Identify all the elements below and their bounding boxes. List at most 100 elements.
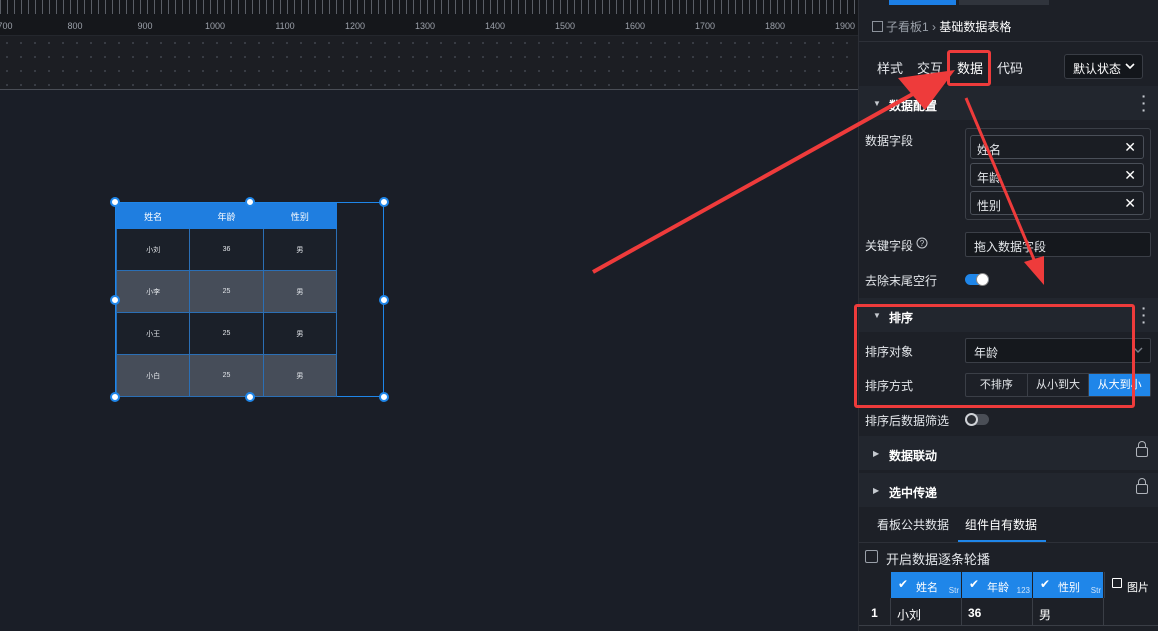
table-header-row: 姓名 年龄 性别 (115, 203, 338, 229)
ruler-label: 900 (137, 21, 153, 31)
resize-handle-top-left[interactable] (110, 197, 120, 207)
key-field-dropzone[interactable]: 拖入数据字段 (965, 232, 1151, 257)
help-icon[interactable]: ? (916, 237, 928, 249)
grid-cell[interactable]: 男 (1033, 598, 1104, 626)
grid-column-header[interactable]: ✔ 性别 Str (1033, 572, 1103, 598)
tab-component-own-data[interactable]: 组件自有数据 (965, 516, 1037, 533)
more-vertical-icon[interactable]: · · · (1141, 89, 1147, 117)
field-chip[interactable]: 姓名 ✕ (970, 135, 1144, 159)
tab-board-public-data[interactable]: 看板公共数据 (877, 516, 949, 533)
design-canvas[interactable]: 700 800 900 1000 1100 1200 1300 1400 150… (0, 0, 858, 631)
state-select-value: 默认状态 (1073, 62, 1122, 76)
grid-cell[interactable] (1104, 598, 1158, 626)
tab-style[interactable]: 样式 (877, 58, 903, 77)
grid-column-header[interactable]: 图片 (1104, 572, 1158, 598)
grid-cell[interactable]: 小刘 (891, 598, 962, 626)
resize-handle-top-right[interactable] (379, 197, 389, 207)
expand-triangle-icon: ▶ (873, 449, 880, 458)
ruler-label: 700 (0, 21, 13, 31)
table-cell: 25 (189, 312, 264, 355)
ruler-label: 1200 (344, 21, 366, 31)
section-title: 数据配置 (889, 99, 938, 113)
tab-code[interactable]: 代码 (997, 58, 1023, 77)
panel-tabs: 样式 交互 数据 代码 默认状态 (859, 48, 1158, 86)
column-type: Str (948, 586, 959, 595)
field-chip[interactable]: 性别 ✕ (970, 191, 1144, 215)
trim-rows-label: 去除末尾空行 (865, 274, 938, 288)
toggle-knob (965, 413, 978, 426)
table-cell: 小王 (115, 312, 191, 355)
carousel-checkbox[interactable] (865, 550, 878, 563)
ruler-label: 1900 (834, 21, 856, 31)
table-row: 小刘 36 男 (115, 228, 338, 271)
grid-column-header[interactable]: ✔ 姓名 Str (891, 572, 961, 598)
table-row: 小李 25 男 (115, 270, 338, 313)
ruler-label: 1600 (624, 21, 646, 31)
field-chip[interactable]: 年龄 ✕ (970, 163, 1144, 187)
resize-handle-top[interactable] (245, 197, 255, 207)
ruler-label: 800 (67, 21, 83, 31)
section-title: 数据联动 (889, 449, 938, 463)
table-row: 小王 25 男 (115, 312, 338, 355)
ruler-label: 1400 (484, 21, 506, 31)
section-selection-pass[interactable]: ▶ 选中传递 (859, 473, 1158, 507)
column-name: 图片 (1127, 582, 1149, 594)
field-chip-label: 性别 (977, 199, 1002, 213)
breadcrumb-current: 基础数据表格 (939, 20, 1012, 34)
toggle-knob (976, 273, 989, 286)
close-icon[interactable]: ✕ (1124, 167, 1136, 184)
sort-filter-label: 排序后数据筛选 (865, 414, 950, 428)
more-vertical-icon[interactable]: · · · (1141, 301, 1147, 329)
table-cell: 25 (189, 270, 264, 313)
table-header-cell: 姓名 (115, 203, 191, 229)
table-row: 小白 25 男 (115, 354, 338, 397)
table-cell: 男 (262, 270, 338, 313)
tab-interaction[interactable]: 交互 (917, 58, 943, 77)
expand-triangle-icon: ▶ (873, 486, 880, 495)
table-cell: 男 (262, 228, 338, 271)
column-name: 性别 (1058, 582, 1080, 594)
column-type: 123 (1016, 586, 1030, 595)
ruler-label: 1500 (554, 21, 576, 31)
grid-cell[interactable]: 36 (962, 598, 1033, 626)
section-title: 选中传递 (889, 486, 938, 500)
key-field-label: 关键字段 (865, 239, 914, 253)
section-data-config[interactable]: ▼ 数据配置 · · · (859, 86, 1158, 120)
column-type: Str (1090, 586, 1101, 595)
resize-handle-right[interactable] (379, 295, 389, 305)
ruler-label: 1100 (275, 21, 295, 31)
annotation-highlight-box (947, 50, 991, 86)
column-name: 年龄 (987, 582, 1009, 594)
resize-handle-left[interactable] (110, 295, 120, 305)
ruler-label: 1300 (414, 21, 436, 31)
breadcrumb-parent[interactable]: 子看板1 (886, 20, 929, 34)
table-cell: 小白 (115, 354, 191, 397)
field-chip-label: 姓名 (977, 143, 1002, 157)
section-data-linkage[interactable]: ▶ 数据联动 (859, 436, 1158, 470)
breadcrumb: 子看板1 › 基础数据表格 (859, 12, 1158, 42)
ruler-label: 1000 (204, 21, 226, 31)
table-cell: 男 (262, 312, 338, 355)
close-icon[interactable]: ✕ (1124, 195, 1136, 212)
property-panel: 子看板1 › 基础数据表格 样式 交互 数据 代码 默认状态 ▼ 数据配置 · ·… (854, 0, 1158, 631)
top-tab-indicator (889, 0, 956, 5)
column-name: 姓名 (916, 582, 938, 594)
trim-rows-toggle[interactable] (965, 273, 989, 286)
state-select[interactable]: 默认状态 (1064, 54, 1143, 79)
field-chip-label: 年龄 (977, 171, 1002, 185)
canvas-dot-grid (0, 36, 858, 90)
resize-handle-bottom-left[interactable] (110, 392, 120, 402)
close-icon[interactable]: ✕ (1124, 139, 1136, 156)
top-tab-inactive (959, 0, 1049, 5)
check-icon: ✔ (898, 577, 909, 591)
check-icon: ✔ (1040, 577, 1051, 591)
grid-column-header[interactable]: ✔ 年龄 123 (962, 572, 1032, 598)
table-cell: 小刘 (115, 228, 191, 271)
table-widget[interactable]: 姓名 年龄 性别 小刘 36 男 小李 25 男 小王 25 男 小白 25 男 (115, 202, 384, 397)
resize-handle-bottom-right[interactable] (379, 392, 389, 402)
key-field-placeholder: 拖入数据字段 (974, 240, 1047, 254)
resize-handle-bottom[interactable] (245, 392, 255, 402)
data-grid: ✔ 姓名 Str ✔ 年龄 123 ✔ 性别 Str 图片 1 小刘 36 男 (859, 572, 1158, 631)
sort-filter-toggle[interactable] (965, 413, 989, 426)
check-icon: ✔ (969, 577, 980, 591)
